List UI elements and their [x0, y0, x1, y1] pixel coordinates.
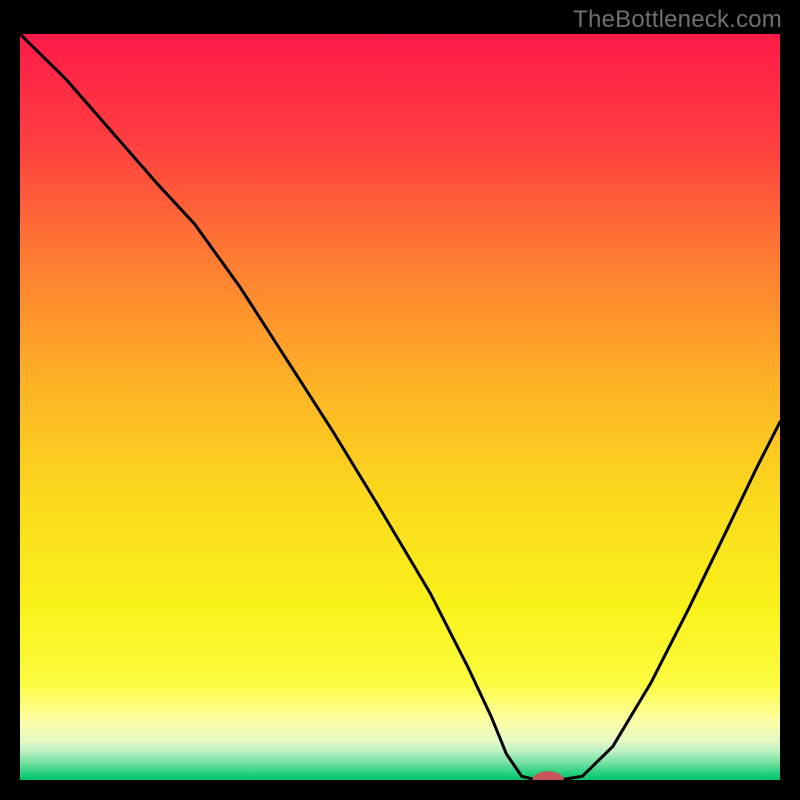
gradient-background	[20, 34, 780, 780]
bottleneck-chart	[20, 34, 780, 780]
plot-area	[20, 34, 780, 780]
chart-frame: TheBottleneck.com	[0, 0, 800, 800]
watermark-text: TheBottleneck.com	[573, 6, 782, 34]
